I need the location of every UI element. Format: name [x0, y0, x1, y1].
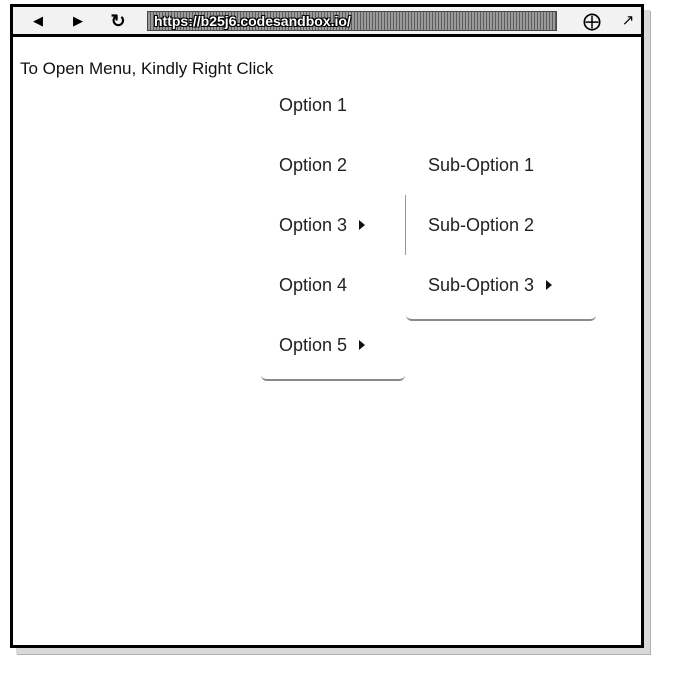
submenu-item-sub-option-1[interactable]: Sub-Option 1 — [406, 135, 596, 195]
menu-item-option-3[interactable]: Option 3 — [261, 195, 405, 255]
menu-bottom-edge — [261, 375, 405, 381]
menu-item-label: Option 5 — [279, 335, 348, 355]
submenu-arrow-icon — [359, 220, 366, 231]
submenu-item-label: Sub-Option 2 — [428, 215, 535, 235]
browser-toolbar: ◀ ▶ ↻ https://b25j6.codesandbox.io/ ⨁ ↗ — [13, 7, 641, 37]
menu-item-label: Option 3 — [279, 215, 348, 235]
submenu-item-label: Sub-Option 1 — [428, 155, 535, 175]
submenu: Sub-Option 1 Sub-Option 2 Sub-Option 3 — [406, 135, 596, 321]
menu-item-label: Option 4 — [279, 275, 348, 295]
submenu-item-sub-option-3[interactable]: Sub-Option 3 — [406, 255, 596, 315]
submenu-arrow-icon — [359, 340, 366, 351]
back-arrow-icon[interactable]: ◀ — [29, 12, 47, 30]
submenu-item-label: Sub-Option 3 — [428, 275, 535, 295]
submenu-bottom-edge — [406, 315, 596, 321]
reload-icon[interactable]: ↻ — [109, 12, 127, 30]
menu-item-option-1[interactable]: Option 1 — [261, 75, 405, 135]
browser-window: ◀ ▶ ↻ https://b25j6.codesandbox.io/ ⨁ ↗ … — [10, 4, 644, 648]
submenu-item-sub-option-2[interactable]: Sub-Option 2 — [406, 195, 596, 255]
open-external-icon[interactable]: ↗ — [619, 12, 637, 30]
page-content: To Open Menu, Kindly Right Click Option … — [13, 37, 641, 645]
menu-item-option-2[interactable]: Option 2 — [261, 135, 405, 195]
address-bar[interactable]: https://b25j6.codesandbox.io/ — [147, 11, 557, 31]
extension-icon[interactable]: ⨁ — [583, 12, 601, 30]
menu-item-label: Option 2 — [279, 155, 348, 175]
menu-item-label: Option 1 — [279, 95, 348, 115]
forward-arrow-icon[interactable]: ▶ — [69, 12, 87, 30]
submenu-arrow-icon — [546, 280, 553, 291]
context-menu: Option 1 Option 2 Option 3 Option 4 Opti… — [261, 75, 405, 381]
menu-item-option-4[interactable]: Option 4 — [261, 255, 405, 315]
menu-item-option-5[interactable]: Option 5 — [261, 315, 405, 375]
address-bar-url: https://b25j6.codesandbox.io/ — [154, 13, 351, 29]
